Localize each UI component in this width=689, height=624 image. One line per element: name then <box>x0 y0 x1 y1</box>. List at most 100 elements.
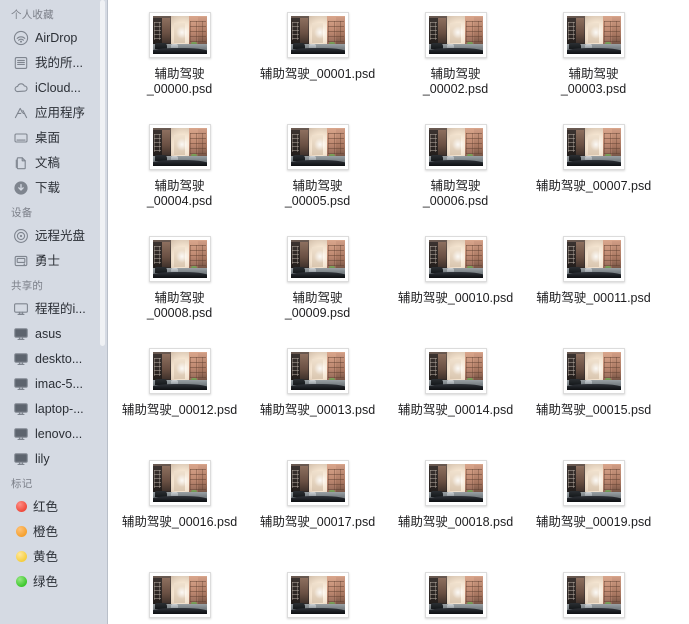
file-name-label[interactable]: 辅助驾驶_00014.psd <box>389 403 522 418</box>
file-name-label[interactable]: 辅助驾驶 _00005.psd <box>251 179 384 209</box>
file-name-label[interactable]: 辅助驾驶_00016.psd <box>113 515 246 530</box>
file-thumbnail[interactable] <box>562 460 625 506</box>
file-name-label[interactable]: 辅助驾驶 _00003.psd <box>527 67 660 97</box>
file-item[interactable]: 辅助驾驶_00016.psd <box>113 460 246 572</box>
file-name-label[interactable]: 辅助驾驶_00010.psd <box>389 291 522 306</box>
file-thumbnail[interactable] <box>148 572 211 618</box>
sidebar-item-icloud[interactable]: iCloud... <box>0 75 108 100</box>
file-name-label[interactable]: 辅助驾驶 _00002.psd <box>389 67 522 97</box>
sidebar-scrollbar-thumb[interactable] <box>100 0 105 346</box>
sidebar-item-label: 绿色 <box>33 574 59 589</box>
file-name-label[interactable]: 辅助驾驶_00011.psd <box>527 291 660 306</box>
sidebar-item-asus[interactable]: asus <box>0 321 108 346</box>
file-item[interactable]: 辅助驾驶_00011.psd <box>527 236 660 348</box>
file-thumbnail[interactable] <box>562 572 625 618</box>
file-item[interactable] <box>113 572 246 624</box>
sidebar-item-entry[interactable]: 勇士 <box>0 248 108 273</box>
sidebar-item-lily[interactable]: lily <box>0 446 108 471</box>
file-item[interactable] <box>527 572 660 624</box>
file-name-label[interactable]: 辅助驾驶 _00000.psd <box>113 67 246 97</box>
file-thumbnail[interactable] <box>148 124 211 170</box>
file-name-label[interactable]: 辅助驾驶_00001.psd <box>251 67 384 82</box>
file-thumbnail[interactable] <box>148 12 211 58</box>
file-thumbnail[interactable] <box>562 348 625 394</box>
file-item[interactable]: 辅助驾驶 _00000.psd <box>113 12 246 124</box>
file-name-label[interactable]: 辅助驾驶_00018.psd <box>389 515 522 530</box>
sidebar-item-red[interactable]: 红色 <box>0 494 108 519</box>
file-name-label[interactable]: 辅助驾驶_00012.psd <box>113 403 246 418</box>
sidebar-item-entry[interactable]: 下载 <box>0 175 108 200</box>
file-item[interactable]: 辅助驾驶_00010.psd <box>389 236 522 348</box>
file-thumbnail[interactable] <box>286 236 349 282</box>
all-my-files-icon <box>13 55 29 71</box>
file-item[interactable]: 辅助驾驶 _00009.psd <box>251 236 384 348</box>
sidebar-item-orange[interactable]: 橙色 <box>0 519 108 544</box>
sidebar-item-entry[interactable]: 应用程序 <box>0 100 108 125</box>
file-thumbnail[interactable] <box>148 460 211 506</box>
sidebar-item-green[interactable]: 绿色 <box>0 569 108 594</box>
file-item[interactable]: 辅助驾驶 _00005.psd <box>251 124 384 236</box>
sidebar-item-entry[interactable]: 文稿 <box>0 150 108 175</box>
sidebar-item-entry[interactable]: 桌面 <box>0 125 108 150</box>
file-thumbnail[interactable] <box>424 124 487 170</box>
file-browser-content: 辅助驾驶 _00000.psd 辅助驾驶_00001.psd 辅助驾驶 _00002.p… <box>108 0 689 624</box>
sidebar-item-laptop-[interactable]: laptop-... <box>0 396 108 421</box>
file-item[interactable]: 辅助驾驶_00017.psd <box>251 460 384 572</box>
file-thumbnail[interactable] <box>562 12 625 58</box>
file-thumbnail[interactable] <box>424 460 487 506</box>
street-scene-image <box>428 128 483 166</box>
file-thumbnail[interactable] <box>286 348 349 394</box>
file-name-label[interactable]: 辅助驾驶_00015.psd <box>527 403 660 418</box>
sidebar-item-entry[interactable]: 远程光盘 <box>0 223 108 248</box>
finder-window: 个人收藏 AirDrop 我的所... iCloud... 应用程序 桌面 文稿 下载 设备 远程… <box>0 0 689 624</box>
file-name-line: 辅助驾驶_00013.psd <box>259 403 376 417</box>
file-item[interactable] <box>389 572 522 624</box>
file-item[interactable]: 辅助驾驶 _00004.psd <box>113 124 246 236</box>
sidebar-item-label: AirDrop <box>35 30 78 45</box>
file-thumbnail[interactable] <box>148 236 211 282</box>
sidebar-item-deskto[interactable]: deskto... <box>0 346 108 371</box>
file-name-label[interactable]: 辅助驾驶_00019.psd <box>527 515 660 530</box>
file-thumbnail[interactable] <box>286 124 349 170</box>
file-thumbnail[interactable] <box>424 572 487 618</box>
file-thumbnail[interactable] <box>286 12 349 58</box>
sidebar-item-entry[interactable]: 我的所... <box>0 50 108 75</box>
sidebar-item-yellow[interactable]: 黄色 <box>0 544 108 569</box>
file-name-label[interactable]: 辅助驾驶 _00004.psd <box>113 179 246 209</box>
file-item[interactable]: 辅助驾驶_00012.psd <box>113 348 246 460</box>
sidebar-item-i[interactable]: 程程的i... <box>0 296 108 321</box>
street-scene-image <box>152 576 207 614</box>
file-item[interactable]: 辅助驾驶_00014.psd <box>389 348 522 460</box>
file-thumbnail[interactable] <box>562 236 625 282</box>
file-item[interactable]: 辅助驾驶_00013.psd <box>251 348 384 460</box>
sidebar-item-label: asus <box>35 326 62 341</box>
file-thumbnail[interactable] <box>286 572 349 618</box>
file-item[interactable]: 辅助驾驶_00007.psd <box>527 124 660 236</box>
file-thumbnail[interactable] <box>148 348 211 394</box>
file-name-label[interactable]: 辅助驾驶 _00006.psd <box>389 179 522 209</box>
file-item[interactable]: 辅助驾驶_00019.psd <box>527 460 660 572</box>
file-item[interactable]: 辅助驾驶 _00002.psd <box>389 12 522 124</box>
file-name-label[interactable]: 辅助驾驶_00017.psd <box>251 515 384 530</box>
file-item[interactable]: 辅助驾驶 _00006.psd <box>389 124 522 236</box>
file-name-label[interactable]: 辅助驾驶_00007.psd <box>527 179 660 194</box>
sidebar-item-imac-5[interactable]: imac-5... <box>0 371 108 396</box>
file-name-label[interactable]: 辅助驾驶 _00008.psd <box>113 291 246 321</box>
file-item[interactable]: 辅助驾驶_00001.psd <box>251 12 384 124</box>
file-thumbnail[interactable] <box>562 124 625 170</box>
file-item[interactable] <box>251 572 384 624</box>
file-thumbnail[interactable] <box>424 236 487 282</box>
file-thumbnail[interactable] <box>424 12 487 58</box>
file-name-label[interactable]: 辅助驾驶 _00009.psd <box>251 291 384 321</box>
sidebar-item-airdrop[interactable]: AirDrop <box>0 25 108 50</box>
file-item[interactable]: 辅助驾驶_00015.psd <box>527 348 660 460</box>
file-thumbnail[interactable] <box>286 460 349 506</box>
file-name-label[interactable]: 辅助驾驶_00013.psd <box>251 403 384 418</box>
file-item[interactable]: 辅助驾驶 _00008.psd <box>113 236 246 348</box>
sidebar-item-lenovo[interactable]: lenovo... <box>0 421 108 446</box>
file-item[interactable]: 辅助驾驶 _00003.psd <box>527 12 660 124</box>
sidebar-section-title: 设备 <box>11 207 33 219</box>
file-item[interactable]: 辅助驾驶_00018.psd <box>389 460 522 572</box>
sidebar-scrollbar-track[interactable] <box>100 0 107 624</box>
file-thumbnail[interactable] <box>424 348 487 394</box>
